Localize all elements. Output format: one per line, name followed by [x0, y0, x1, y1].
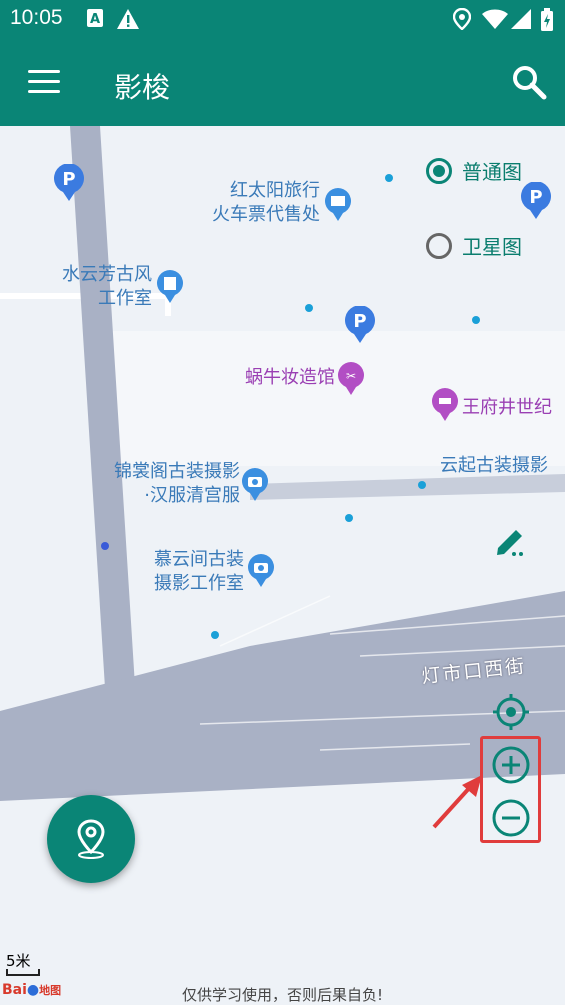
svg-text:A: A: [90, 12, 100, 27]
app-bar: 影梭: [0, 38, 565, 126]
map-scale: 5米: [6, 950, 40, 976]
disclaimer-text: 仅供学习使用，否则后果自负!: [181, 986, 383, 1004]
poi-shuiyun-studio[interactable]: 水云芳古风 工作室: [40, 263, 152, 311]
battery-icon: [541, 8, 553, 31]
parking-icon[interactable]: P: [53, 164, 85, 202]
fountain-icon: [432, 388, 458, 421]
status-time: 10:05: [10, 6, 63, 29]
location-icon: [453, 8, 471, 30]
radio-selected-icon: [426, 157, 452, 184]
poi-muyun[interactable]: 慕云间古装 摄影工作室: [128, 548, 244, 596]
svg-text:P: P: [62, 169, 75, 190]
arrow-annotation-icon: [432, 775, 482, 829]
svg-text:✂: ✂: [346, 369, 356, 383]
search-icon[interactable]: [511, 64, 547, 100]
ticket-icon: [325, 188, 351, 221]
wifi-icon: [482, 9, 508, 29]
a-notification-icon: A: [87, 9, 103, 27]
map-pin-icon: [77, 819, 105, 859]
signal-icon: [511, 9, 531, 29]
camera-icon: [248, 554, 274, 587]
svg-text:P: P: [353, 311, 366, 332]
building-icon: [157, 270, 183, 303]
location-fab-button[interactable]: [47, 795, 135, 883]
map-type-normal-radio[interactable]: 普通图: [426, 156, 522, 185]
map-type-satellite-radio[interactable]: 卫星图: [426, 231, 522, 260]
app-title: 影梭: [114, 71, 171, 104]
camera-icon: [242, 468, 268, 501]
poi-railway-ticket[interactable]: 红太阳旅行 火车票代售处: [190, 179, 320, 227]
poi-yunqi[interactable]: 云起古装摄影: [440, 454, 548, 478]
edit-icon[interactable]: [494, 524, 528, 558]
zoom-out-icon[interactable]: [491, 798, 531, 838]
parking-icon[interactable]: P: [520, 182, 552, 220]
scissors-icon: ✂: [338, 362, 364, 395]
radio-unselected-icon: [426, 232, 452, 259]
locate-icon[interactable]: [492, 693, 530, 731]
parking-icon[interactable]: P: [344, 306, 376, 344]
svg-text:P: P: [529, 187, 542, 208]
zoom-in-icon[interactable]: [491, 745, 531, 785]
warning-icon: [117, 9, 139, 29]
status-bar: 10:05 A: [0, 0, 565, 38]
poi-wangfujing[interactable]: 王府井世纪: [462, 396, 552, 420]
poi-jinshang[interactable]: 锦裳阁古装摄影 ·汉服清宫服: [80, 460, 240, 508]
menu-icon[interactable]: [28, 70, 60, 94]
poi-woniu[interactable]: 蜗牛妆造馆: [220, 366, 335, 390]
